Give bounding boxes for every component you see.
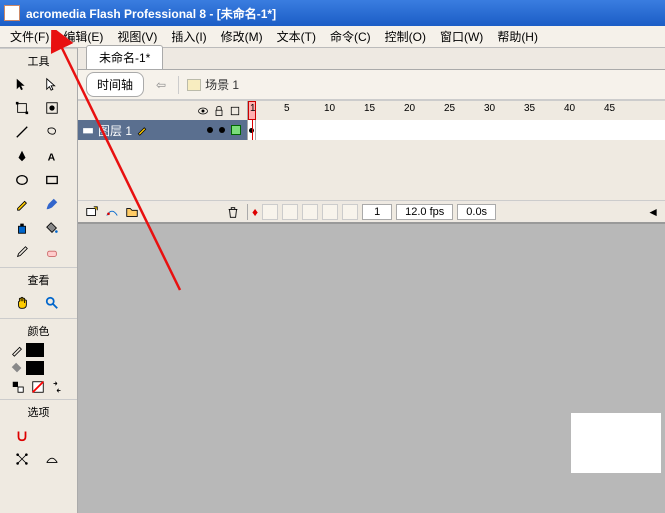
layer-header xyxy=(78,101,248,120)
pencil-icon xyxy=(136,124,148,136)
timeline-ruler[interactable]: 1 5 10 15 20 25 30 35 40 45 xyxy=(248,101,665,120)
zoom-tool[interactable] xyxy=(40,292,64,314)
document-tab[interactable]: 未命名-1* xyxy=(86,45,163,69)
eraser-tool[interactable] xyxy=(40,241,64,263)
pen-tool[interactable] xyxy=(10,145,34,167)
hand-tool[interactable] xyxy=(10,292,34,314)
menu-help[interactable]: 帮助(H) xyxy=(491,26,544,47)
gradient-transform-tool[interactable] xyxy=(40,97,64,119)
delete-layer-button[interactable] xyxy=(225,204,241,220)
playback-info: ♦ 1 12.0 fps 0.0s ◄ xyxy=(248,204,665,220)
free-transform-tool[interactable] xyxy=(10,97,34,119)
straighten-option[interactable] xyxy=(40,448,64,470)
layer-visibility-dot[interactable] xyxy=(207,127,213,133)
menu-edit[interactable]: 编辑(E) xyxy=(57,26,109,47)
stroke-swatch[interactable] xyxy=(26,343,44,357)
outline-icon[interactable] xyxy=(229,105,241,117)
brush-tool[interactable] xyxy=(40,193,64,215)
layer-row[interactable]: 图层 1 xyxy=(78,120,665,140)
pencil-tool[interactable] xyxy=(10,193,34,215)
smooth-option[interactable] xyxy=(10,448,34,470)
app-icon xyxy=(4,5,20,21)
timeline-panel: 1 5 10 15 20 25 30 35 40 45 图层 1 xyxy=(78,100,665,224)
document-tabs: 未命名-1* xyxy=(78,48,665,70)
frames-track[interactable] xyxy=(248,120,665,140)
layer-type-icon xyxy=(82,124,94,136)
layer-name: 图层 1 xyxy=(98,122,132,139)
onion-skin-button[interactable] xyxy=(282,204,298,220)
snap-option[interactable] xyxy=(10,424,34,446)
menu-window[interactable]: 窗口(W) xyxy=(434,26,489,47)
scene-label: 场景 1 xyxy=(205,76,239,93)
menu-view[interactable]: 视图(V) xyxy=(111,26,163,47)
timeline-toggle-button[interactable]: 时间轴 xyxy=(86,72,144,97)
edit-multiple-frames-button[interactable] xyxy=(322,204,338,220)
subselection-tool[interactable] xyxy=(40,73,64,95)
rectangle-tool[interactable] xyxy=(40,169,64,191)
eyedropper-tool[interactable] xyxy=(10,241,34,263)
center-frame-button[interactable] xyxy=(262,204,278,220)
menu-modify[interactable]: 修改(M) xyxy=(215,26,269,47)
titlebar-text: acromedia Flash Professional 8 - [未命名-1*… xyxy=(26,5,276,22)
menu-text[interactable]: 文本(T) xyxy=(271,26,322,47)
toolbox-title-view: 查看 xyxy=(2,270,75,290)
stroke-color-control[interactable] xyxy=(10,343,67,357)
toolbox-title-tools: 工具 xyxy=(2,51,75,71)
current-frame-field: 1 xyxy=(362,204,392,220)
selection-tool[interactable] xyxy=(10,73,34,95)
lasso-tool[interactable] xyxy=(40,121,64,143)
new-layer-button[interactable] xyxy=(84,204,100,220)
playhead[interactable] xyxy=(252,120,253,140)
scene-selector[interactable]: 场景 1 xyxy=(187,76,239,93)
playhead-marker-icon: ♦ xyxy=(252,205,258,219)
fill-swatch[interactable] xyxy=(26,361,44,375)
toolbox: 工具 A 查看 xyxy=(0,48,78,513)
new-folder-button[interactable] xyxy=(124,204,140,220)
scene-icon xyxy=(187,79,201,91)
eye-icon[interactable] xyxy=(197,105,209,117)
elapsed-time-field: 0.0s xyxy=(457,204,496,220)
no-color-button[interactable] xyxy=(30,379,46,395)
svg-text:A: A xyxy=(47,151,55,163)
new-motion-guide-button[interactable] xyxy=(104,204,120,220)
oval-tool[interactable] xyxy=(10,169,34,191)
default-colors-button[interactable] xyxy=(10,379,26,395)
menu-control[interactable]: 控制(O) xyxy=(379,26,432,47)
toolbox-title-color: 颜色 xyxy=(2,321,75,341)
back-arrow-icon[interactable]: ⇦ xyxy=(152,78,170,92)
layer-controls xyxy=(78,204,248,220)
bucket-icon xyxy=(10,361,24,375)
layer-label[interactable]: 图层 1 xyxy=(78,120,248,140)
swap-colors-button[interactable] xyxy=(49,379,65,395)
toolbox-title-options: 选项 xyxy=(2,402,75,422)
pencil-icon xyxy=(10,343,24,357)
timeline-scroll-left-icon[interactable]: ◄ xyxy=(647,205,659,219)
stage[interactable] xyxy=(78,224,665,513)
paint-bucket-tool[interactable] xyxy=(40,217,64,239)
titlebar: acromedia Flash Professional 8 - [未命名-1*… xyxy=(0,0,665,26)
line-tool[interactable] xyxy=(10,121,34,143)
lock-icon[interactable] xyxy=(213,105,225,117)
modify-onion-markers-button[interactable] xyxy=(342,204,358,220)
canvas[interactable] xyxy=(571,413,661,473)
onion-outlines-button[interactable] xyxy=(302,204,318,220)
document-header: 时间轴 ⇦ 场景 1 xyxy=(78,70,665,100)
text-tool[interactable]: A xyxy=(40,145,64,167)
layer-outline-swatch[interactable] xyxy=(231,125,241,135)
menu-file[interactable]: 文件(F) xyxy=(4,26,55,47)
menu-insert[interactable]: 插入(I) xyxy=(165,26,212,47)
fps-field: 12.0 fps xyxy=(396,204,453,220)
ink-bottle-tool[interactable] xyxy=(10,217,34,239)
layer-lock-dot[interactable] xyxy=(219,127,225,133)
menu-commands[interactable]: 命令(C) xyxy=(324,26,377,47)
fill-color-control[interactable] xyxy=(10,361,67,375)
